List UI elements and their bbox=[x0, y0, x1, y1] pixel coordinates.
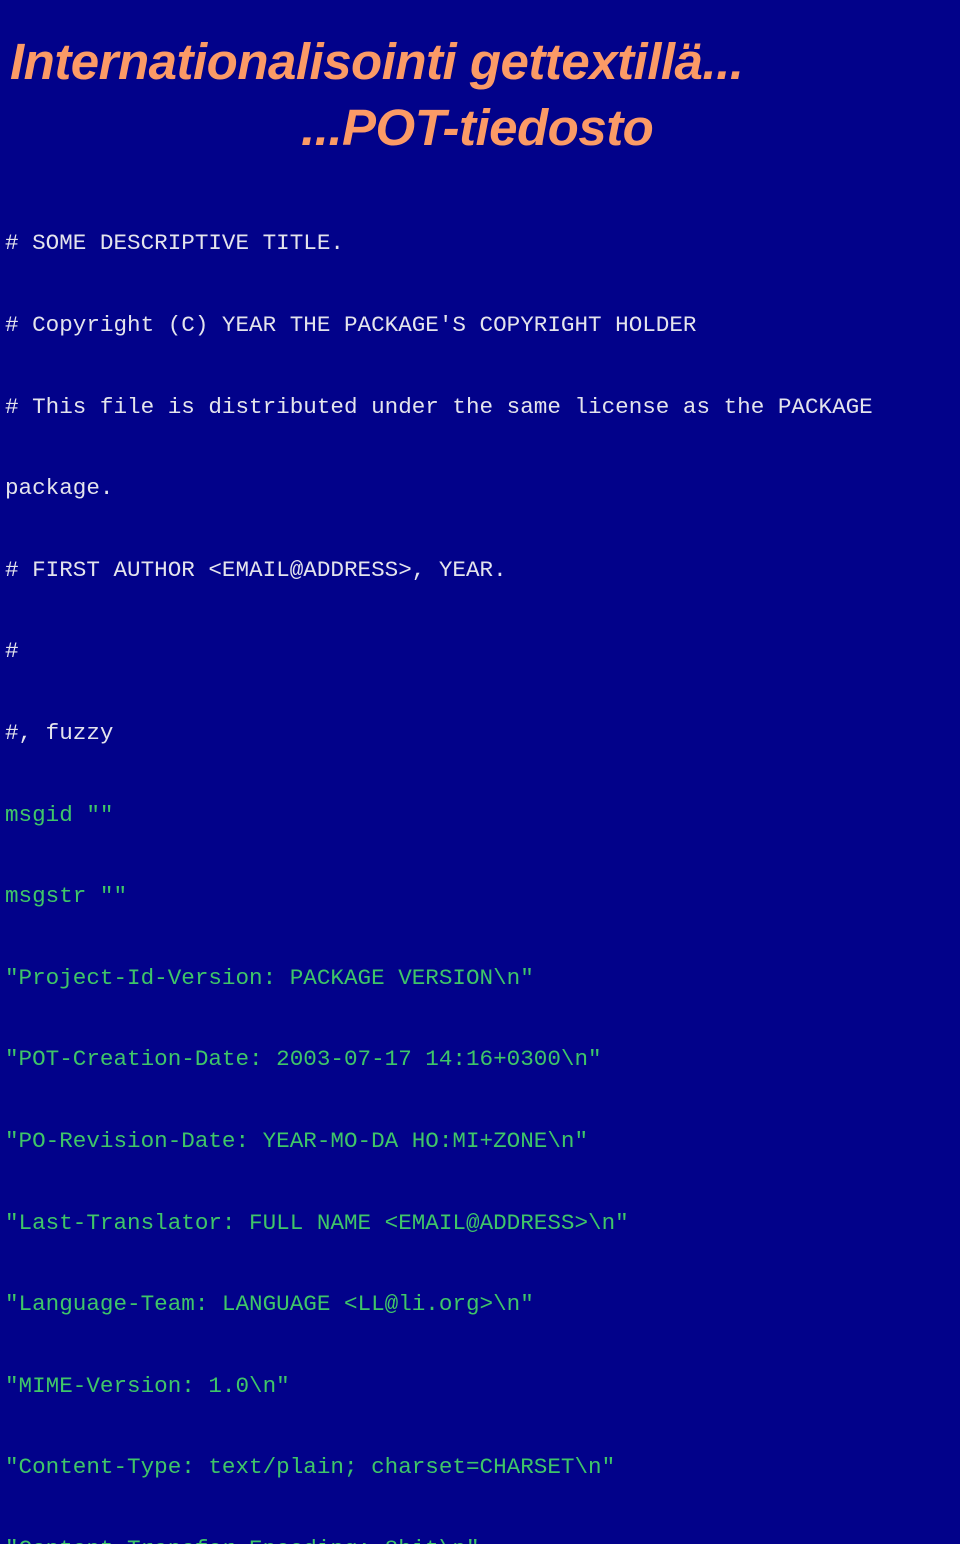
code-line-comment-title: # SOME DESCRIPTIVE TITLE. bbox=[5, 230, 344, 257]
slide-title-line-1: Internationalisointi gettextillä... bbox=[10, 33, 744, 90]
code-line-content-transfer-encoding: "Content-Transfer-Encoding: 8bit\n" bbox=[5, 1536, 873, 1544]
code-line-comment-license: # This file is distributed under the sam… bbox=[5, 393, 873, 420]
code-line-comment-empty: # bbox=[5, 638, 19, 665]
code-line-po-revision-date: "PO-Revision-Date: YEAR-MO-DA HO:MI+ZONE… bbox=[5, 1127, 589, 1154]
code-line-content-type: "Content-Type: text/plain; charset=CHARS… bbox=[5, 1454, 616, 1481]
code-line-comment-author: # FIRST AUTHOR <EMAIL@ADDRESS>, YEAR. bbox=[5, 556, 507, 583]
code-line-fuzzy-flag: #, fuzzy bbox=[5, 719, 114, 746]
code-line-pot-creation-date: "POT-Creation-Date: 2003-07-17 14:16+030… bbox=[5, 1046, 602, 1073]
code-line-project-id-version: "Project-Id-Version: PACKAGE VERSION\n" bbox=[5, 964, 534, 991]
code-line-language-team: "Language-Team: LANGUAGE <LL@li.org>\n" bbox=[5, 1291, 534, 1318]
slide-title-line-2: ...POT-tiedosto bbox=[301, 99, 654, 156]
pot-file-listing: # SOME DESCRIPTIVE TITLE. # Copyright (C… bbox=[5, 176, 873, 1544]
code-line-last-translator: "Last-Translator: FULL NAME <EMAIL@ADDRE… bbox=[5, 1209, 629, 1236]
code-line-comment-copyright: # Copyright (C) YEAR THE PACKAGE'S COPYR… bbox=[5, 312, 697, 338]
code-line-mime-version: "MIME-Version: 1.0\n" bbox=[5, 1372, 290, 1399]
code-line-comment-license-wrap: package. bbox=[5, 475, 114, 502]
code-line-header-msgstr: msgstr "" bbox=[5, 883, 128, 910]
code-line-header-msgid: msgid "" bbox=[5, 801, 114, 828]
